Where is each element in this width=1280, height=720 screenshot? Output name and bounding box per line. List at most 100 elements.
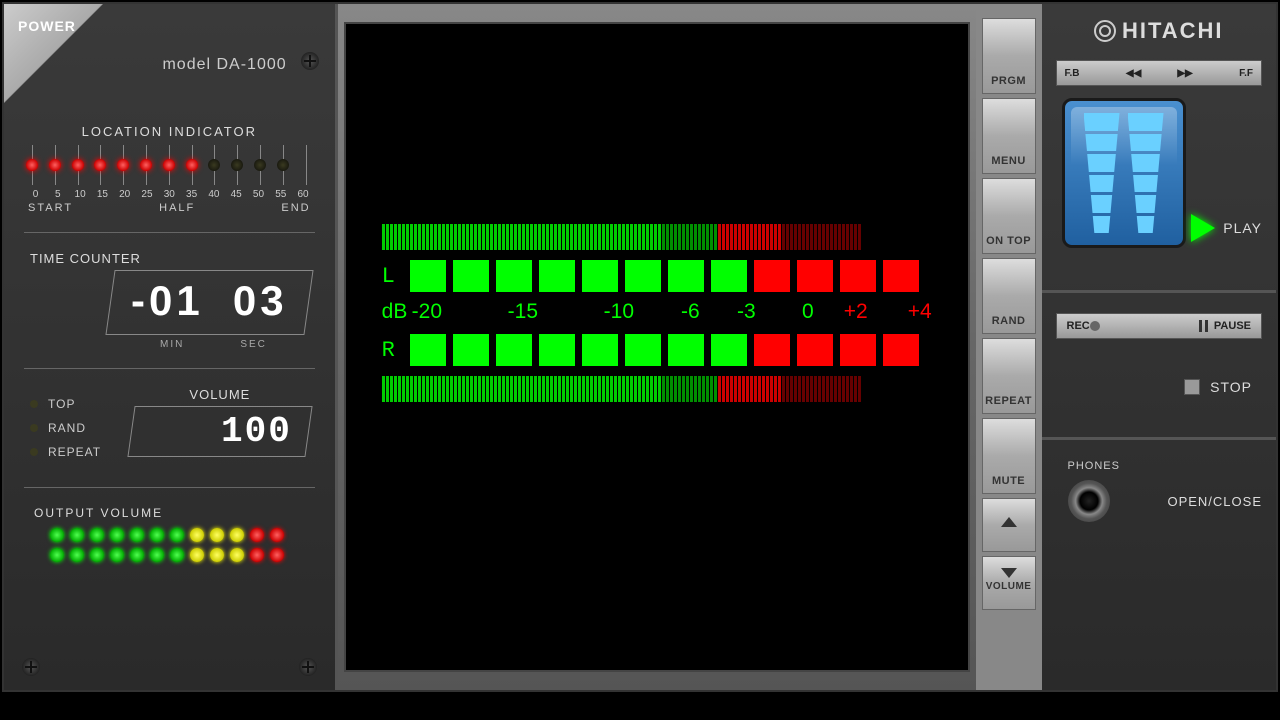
- volume-led: [270, 548, 284, 562]
- meter-r-label: R: [382, 338, 402, 363]
- rand-button[interactable]: RAND: [982, 258, 1036, 334]
- time-counter-label: TIME COUNTER: [30, 251, 309, 266]
- volume-led: [90, 528, 104, 542]
- location-end: END: [281, 202, 310, 214]
- tc-sec-label: SEC: [240, 339, 267, 350]
- triangle-down-icon: [1001, 568, 1017, 578]
- repeat-button[interactable]: REPEAT: [982, 338, 1036, 414]
- location-led: [231, 159, 243, 171]
- location-led: [254, 159, 266, 171]
- prgm-button[interactable]: PRGM: [982, 18, 1036, 94]
- volume-led: [70, 528, 84, 542]
- volume-led: [190, 528, 204, 542]
- menu-button[interactable]: MENU: [982, 98, 1036, 174]
- rand-flag: RAND: [48, 421, 86, 435]
- mute-button[interactable]: MUTE: [982, 418, 1036, 494]
- location-num: 15: [95, 189, 110, 200]
- volume-led: [50, 548, 64, 562]
- ff-label: F.F: [1239, 68, 1253, 79]
- meter-block: [539, 334, 575, 366]
- center-display: L dB -20 -15 -10 -6 -3 0 +2 +4 R: [344, 22, 970, 672]
- seek-bar[interactable]: F.B ◀◀ ▶▶ F.F: [1056, 60, 1262, 86]
- stop-icon: [1184, 379, 1200, 395]
- location-num: 10: [73, 189, 88, 200]
- play-button[interactable]: PLAY: [1191, 214, 1262, 242]
- volume-label: VOLUME: [131, 387, 309, 402]
- play-label: PLAY: [1223, 220, 1262, 236]
- button-column: PRGM MENU ON TOP RAND REPEAT MUTE VOLUME: [976, 4, 1042, 690]
- location-num: 40: [206, 189, 221, 200]
- location-tick: [306, 145, 307, 185]
- location-num: 25: [139, 189, 154, 200]
- pause-label: PAUSE: [1214, 320, 1251, 332]
- location-num: 35: [184, 189, 199, 200]
- location-title: LOCATION INDICATOR: [28, 124, 311, 139]
- top-led: [30, 400, 38, 408]
- location-tick: [123, 145, 124, 185]
- location-led: [277, 159, 289, 171]
- rec-label: REC: [1067, 320, 1090, 332]
- volume-led: [150, 548, 164, 562]
- meter-block: [625, 334, 661, 366]
- volume-led: [230, 548, 244, 562]
- time-counter: TIME COUNTER -01 03 MIN SEC: [14, 251, 325, 350]
- output-volume-label: OUTPUT VOLUME: [34, 506, 305, 520]
- location-led: [117, 159, 129, 171]
- separator: [1042, 290, 1276, 293]
- rand-led: [30, 424, 38, 432]
- brand: HITACHI: [1056, 18, 1262, 44]
- mode-flags: TOP RAND REPEAT: [30, 387, 101, 469]
- triangle-up-icon: [1001, 517, 1017, 527]
- volume-up-button[interactable]: [982, 498, 1036, 552]
- rec-pause-bar[interactable]: REC PAUSE: [1056, 313, 1262, 339]
- location-led: [186, 159, 198, 171]
- meter-block: [711, 334, 747, 366]
- repeat-led: [30, 448, 38, 456]
- rewind-icon[interactable]: ◀◀: [1126, 68, 1141, 79]
- forward-icon[interactable]: ▶▶: [1177, 68, 1192, 79]
- db-scale: dB -20 -15 -10 -6 -3 0 +2 +4: [382, 300, 932, 324]
- volume-led: [130, 528, 144, 542]
- volume-led: [210, 548, 224, 562]
- repeat-flag: REPEAT: [48, 445, 101, 459]
- visualizer: [1062, 98, 1186, 248]
- tc-min-label: MIN: [160, 339, 184, 350]
- volume-down-button[interactable]: VOLUME: [982, 556, 1036, 610]
- screw-icon: [22, 658, 40, 676]
- location-num: 20: [117, 189, 132, 200]
- volume-led: [170, 528, 184, 542]
- volume-led: [250, 528, 264, 542]
- separator: [24, 487, 315, 488]
- open-close-button[interactable]: OPEN/CLOSE: [1167, 494, 1262, 509]
- separator: [24, 232, 315, 233]
- location-tick: [78, 145, 79, 185]
- location-tick: [146, 145, 147, 185]
- fb-label: F.B: [1065, 68, 1080, 79]
- meter-block: [539, 260, 575, 292]
- power-button[interactable]: POWER: [18, 18, 76, 34]
- model-label: model DA-1000: [162, 56, 286, 74]
- location-led: [94, 159, 106, 171]
- meter-block: [711, 260, 747, 292]
- location-num: 55: [273, 189, 288, 200]
- meter-l-label: L: [382, 264, 402, 289]
- location-num: 50: [251, 189, 266, 200]
- stop-button[interactable]: STOP: [1056, 379, 1262, 395]
- location-indicator: LOCATION INDICATOR 051015202530354045505…: [14, 124, 325, 214]
- location-half: HALF: [159, 202, 195, 214]
- volume-led: [230, 528, 244, 542]
- meter-block: [840, 334, 876, 366]
- meter-block: [840, 260, 876, 292]
- phones-jack[interactable]: [1068, 480, 1110, 522]
- volume-led: [110, 528, 124, 542]
- meter-block: [453, 260, 489, 292]
- location-led: [140, 159, 152, 171]
- location-num: 30: [162, 189, 177, 200]
- location-start: START: [28, 202, 73, 214]
- separator: [1042, 437, 1276, 440]
- ontop-button[interactable]: ON TOP: [982, 178, 1036, 254]
- meter-block: [582, 334, 618, 366]
- location-tick: [237, 145, 238, 185]
- meter-block: [883, 334, 919, 366]
- location-tick: [55, 145, 56, 185]
